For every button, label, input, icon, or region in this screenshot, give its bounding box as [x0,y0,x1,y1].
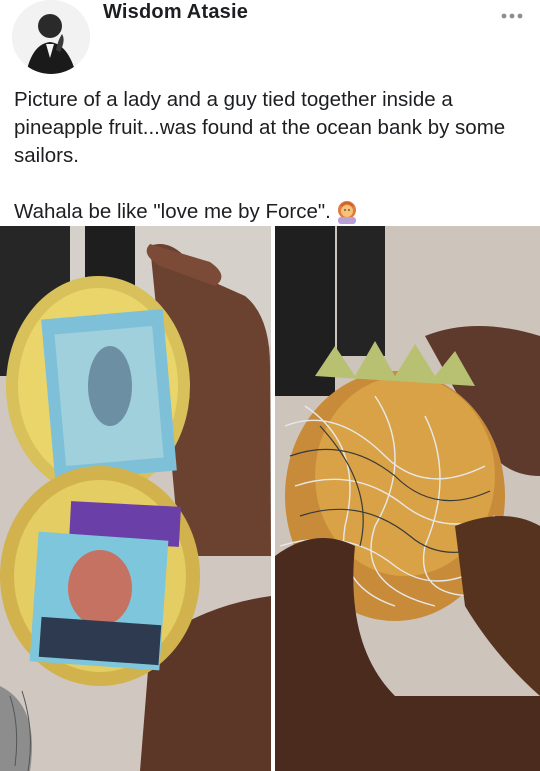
post-paragraph-1: Picture of a lady and a guy tied togethe… [14,88,506,167]
post-header: Wisdom Atasie [0,0,540,80]
emoji-graphic [337,201,356,224]
more-dots [501,13,523,19]
post-paragraph-2-text: Wahala be like "love me by Force". [14,200,331,223]
photo-pineapple-wires[interactable] [275,226,540,771]
post-photos [0,226,540,771]
post-text: Picture of a lady and a guy tied togethe… [14,86,526,232]
more-horizontal-icon[interactable] [500,6,524,20]
photo-pineapple-opened[interactable] [0,226,271,771]
profile-photo [12,0,90,74]
author-name[interactable]: Wisdom Atasie [103,1,248,24]
avatar[interactable] [12,0,90,74]
photo-right-graphic [275,226,540,771]
photo-left-graphic [0,226,271,771]
